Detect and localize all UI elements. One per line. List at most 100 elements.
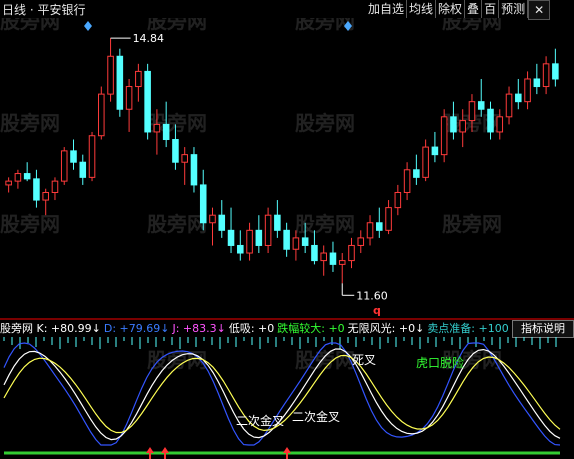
diamond-icon bbox=[84, 21, 92, 31]
candle-body bbox=[292, 237, 300, 250]
window-title: 日线 · 平安银行 bbox=[2, 3, 86, 17]
candle-body bbox=[190, 154, 198, 186]
marker-q: q bbox=[373, 304, 381, 317]
candle-body bbox=[246, 229, 253, 254]
second-gold-cross-label: 二次金叉 bbox=[236, 413, 284, 428]
indicator-bar: 股旁网 K: +80.99↓ D: +79.69↓ J: +83.3↓ 低吸: … bbox=[0, 320, 509, 336]
candle-body bbox=[107, 55, 114, 95]
candle-body bbox=[181, 154, 188, 163]
add-watchlist-button[interactable]: 加自选 bbox=[366, 0, 408, 18]
high-price-label: 14.84 bbox=[133, 32, 165, 45]
candle bbox=[218, 200, 226, 238]
candle-body bbox=[542, 63, 550, 88]
candle-body bbox=[524, 78, 531, 103]
candle bbox=[88, 131, 96, 182]
candle-body bbox=[413, 169, 420, 178]
candle bbox=[144, 63, 151, 140]
watermark-text: 股旁网 bbox=[295, 212, 355, 236]
candle bbox=[79, 154, 87, 185]
candle bbox=[403, 162, 411, 201]
candle bbox=[542, 56, 550, 95]
buy-arrow-icon bbox=[146, 447, 154, 459]
candle bbox=[70, 139, 77, 170]
candle bbox=[5, 177, 12, 193]
candle-body bbox=[144, 70, 151, 133]
candle bbox=[116, 48, 124, 117]
moving-average-button[interactable]: 均线 bbox=[407, 0, 437, 18]
candle bbox=[135, 63, 142, 102]
candle-body bbox=[79, 161, 87, 178]
candle-body bbox=[496, 116, 504, 133]
overlay-button[interactable]: 叠 bbox=[465, 0, 483, 18]
candle bbox=[246, 222, 253, 261]
candle-body bbox=[88, 135, 96, 178]
candle-body bbox=[422, 146, 429, 178]
candle-body bbox=[450, 116, 457, 133]
candle bbox=[209, 207, 216, 246]
candle-body bbox=[440, 116, 448, 156]
candle bbox=[338, 253, 346, 284]
candle-body bbox=[487, 108, 494, 133]
candle-body bbox=[348, 244, 355, 262]
candle-body bbox=[218, 214, 226, 231]
candle-body bbox=[5, 180, 12, 186]
candle-body bbox=[116, 55, 124, 110]
large-drop-value: 跌幅较大: +0 bbox=[277, 322, 345, 335]
buy-arrow-icon bbox=[161, 447, 169, 459]
candle-body bbox=[515, 93, 522, 103]
candle bbox=[23, 162, 31, 182]
candle bbox=[162, 101, 170, 148]
watermark-text: 股旁网 bbox=[0, 111, 60, 135]
ex-rights-button[interactable]: 除权 bbox=[436, 0, 466, 18]
price-chart[interactable]: 股旁网 股旁网股旁网 股旁网 股旁网 股旁网股旁网 股旁网 股旁网 股旁网股旁网 股旁网 14.… bbox=[0, 18, 574, 318]
candle-body bbox=[329, 252, 337, 265]
candle-body bbox=[33, 178, 40, 201]
candle bbox=[348, 237, 355, 269]
candle-body bbox=[23, 173, 31, 180]
forecast-button[interactable]: 预测 bbox=[499, 0, 529, 18]
kdj-chart[interactable]: 股旁网 股旁网 股旁网 死叉 虎口脱险二次金叉 二次金叉 bbox=[0, 337, 574, 459]
candle-body bbox=[320, 252, 327, 262]
candle-body bbox=[60, 150, 68, 182]
watermark-text: 股旁网 bbox=[442, 18, 502, 33]
indicator-guide-button[interactable]: 指标说明 bbox=[512, 320, 574, 338]
low-buy-value: 低吸: +0 bbox=[228, 322, 275, 335]
candle bbox=[422, 139, 429, 182]
candle bbox=[552, 48, 559, 87]
candle bbox=[107, 38, 114, 102]
candle-body bbox=[385, 207, 392, 231]
candle bbox=[181, 147, 188, 185]
candle-body bbox=[403, 169, 411, 193]
candle-body bbox=[468, 101, 476, 122]
close-icon[interactable]: ✕ bbox=[528, 0, 551, 20]
j-value: J: +83.3↓ bbox=[172, 321, 226, 335]
candle bbox=[255, 215, 263, 254]
candle-body bbox=[311, 244, 318, 262]
candle-body bbox=[376, 222, 383, 231]
candle-body bbox=[264, 214, 272, 246]
candle-body bbox=[357, 237, 365, 246]
candle bbox=[264, 207, 272, 254]
candle bbox=[394, 184, 402, 216]
d-value: D: +79.69↓ bbox=[103, 321, 170, 335]
candle bbox=[227, 207, 235, 254]
candle-body bbox=[366, 222, 374, 239]
candle-body bbox=[505, 93, 513, 118]
candle-body bbox=[394, 191, 402, 209]
candle bbox=[199, 169, 207, 231]
candle bbox=[125, 78, 133, 132]
candle bbox=[357, 230, 365, 254]
candle bbox=[413, 154, 420, 185]
dead-cross-label: 死叉 bbox=[352, 353, 376, 367]
candle bbox=[524, 71, 531, 110]
candle-body bbox=[552, 63, 559, 80]
candle bbox=[329, 241, 337, 272]
candle bbox=[60, 147, 68, 185]
candle-body bbox=[301, 237, 309, 246]
candle-body bbox=[533, 78, 541, 88]
chart-window: 日线 · 平安银行 加自选 均线 除权 叠 百 预测 ✕ 股旁网 股旁网 股旁网 股旁… bbox=[0, 0, 574, 459]
candle-body bbox=[477, 101, 485, 110]
percent-button[interactable]: 百 bbox=[482, 0, 500, 18]
candle-body bbox=[98, 93, 105, 137]
watermark-text: 股旁网 bbox=[0, 18, 60, 33]
